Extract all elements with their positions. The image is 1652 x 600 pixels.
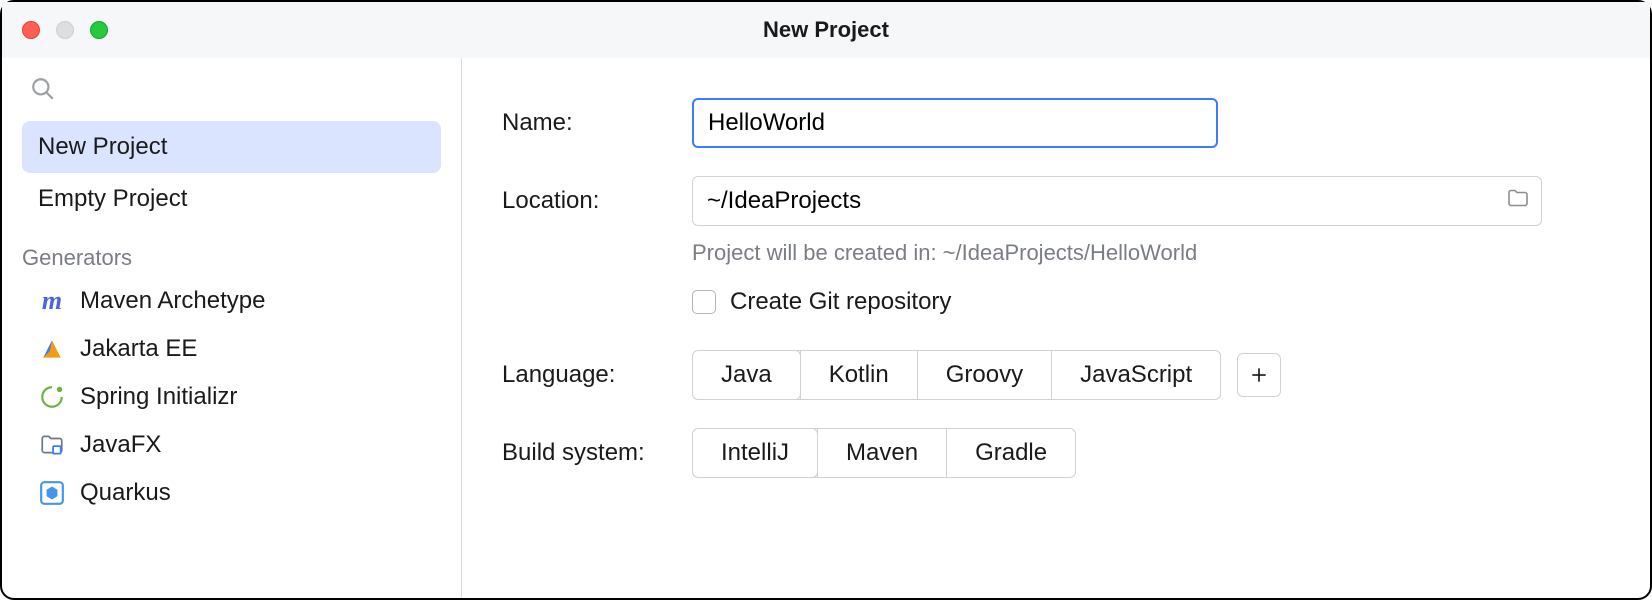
generator-item-quarkus[interactable]: Quarkus (22, 469, 441, 517)
language-option-java[interactable]: Java (693, 351, 800, 399)
language-segmented: JavaKotlinGroovyJavaScript (692, 350, 1221, 400)
maven-icon: m (38, 287, 66, 315)
generator-item-jakarta-ee[interactable]: Jakarta EE (22, 325, 441, 373)
name-input[interactable] (692, 98, 1218, 148)
git-checkbox-row[interactable]: Create Git repository (692, 288, 1610, 316)
generator-item-javafx[interactable]: JavaFX (22, 421, 441, 469)
close-window-button[interactable] (22, 21, 40, 39)
sidebar-item-empty-project[interactable]: Empty Project (22, 173, 441, 225)
window-controls (22, 21, 108, 39)
git-checkbox-label: Create Git repository (730, 288, 951, 316)
name-label: Name: (502, 109, 692, 137)
build-system-option-gradle[interactable]: Gradle (946, 429, 1075, 477)
generator-label: Quarkus (80, 479, 171, 507)
search-icon[interactable] (30, 89, 56, 106)
minimize-window-button[interactable] (56, 21, 74, 39)
language-option-javascript[interactable]: JavaScript (1051, 351, 1220, 399)
sidebar-item-new-project[interactable]: New Project (22, 121, 441, 173)
location-hint: Project will be created in: ~/IdeaProjec… (692, 240, 1610, 266)
window-title: New Project (763, 17, 889, 43)
language-label: Language: (502, 361, 692, 389)
build-segmented: IntelliJMavenGradle (692, 428, 1076, 478)
build-system-option-intellij[interactable]: IntelliJ (693, 429, 817, 477)
generator-item-maven-archetype[interactable]: m Maven Archetype (22, 277, 441, 325)
titlebar: New Project (2, 2, 1650, 58)
quarkus-icon (38, 479, 66, 507)
jakarta-icon (38, 335, 66, 363)
location-input[interactable] (692, 176, 1542, 226)
generators-header: Generators (2, 225, 461, 277)
build-system-option-maven[interactable]: Maven (817, 429, 946, 477)
git-checkbox[interactable] (692, 290, 716, 314)
folder-icon[interactable] (1506, 187, 1530, 216)
location-label: Location: (502, 187, 692, 215)
spring-icon (38, 383, 66, 411)
javafx-icon (38, 431, 66, 459)
main-panel: Name: Location: Project will be created … (462, 58, 1650, 598)
add-language-button[interactable] (1237, 353, 1281, 397)
generator-label: JavaFX (80, 431, 161, 459)
generator-item-spring-initializr[interactable]: Spring Initializr (22, 373, 441, 421)
language-option-kotlin[interactable]: Kotlin (800, 351, 917, 399)
maximize-window-button[interactable] (90, 21, 108, 39)
build-label: Build system: (502, 439, 692, 467)
generator-label: Spring Initializr (80, 383, 237, 411)
language-option-groovy[interactable]: Groovy (917, 351, 1051, 399)
generator-label: Maven Archetype (80, 287, 265, 315)
sidebar: New ProjectEmpty Project Generators m Mav… (2, 58, 462, 598)
generator-label: Jakarta EE (80, 335, 197, 363)
